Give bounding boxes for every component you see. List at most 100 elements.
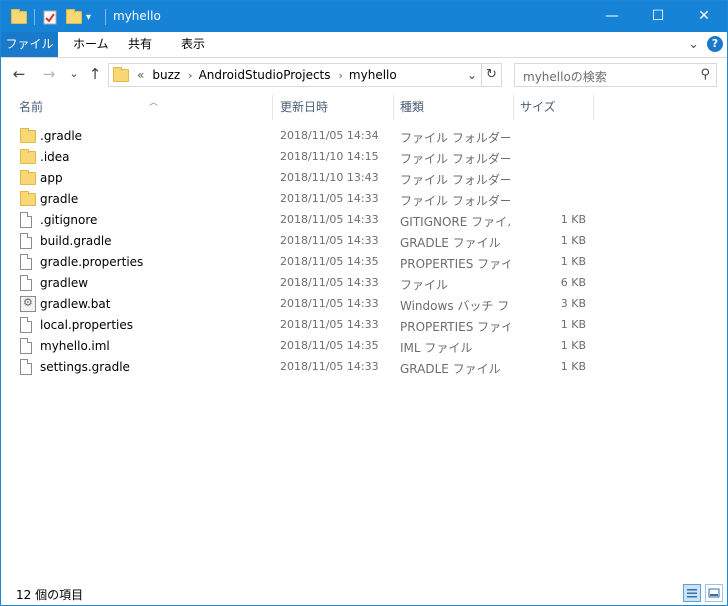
file-row[interactable]: .idea 2018/11/10 14:15 ファイル フォルダー — [16, 147, 596, 168]
file-row[interactable]: .gitignore 2018/11/05 14:33 GITIGNORE ファイル… — [16, 210, 596, 231]
file-icon — [20, 212, 32, 231]
file-name: app — [40, 171, 63, 185]
address-bar[interactable]: « buzz › AndroidStudioProjects › myhello… — [108, 63, 502, 87]
file-row[interactable]: build.gradle 2018/11/05 14:33 GRADLE ファイル 1… — [16, 231, 596, 252]
file-row[interactable]: .gradle 2018/11/05 14:34 ファイル フォルダー — [16, 126, 596, 147]
ribbon-tabs: ファイル ホーム 共有 表示 ⌄ ? — [1, 32, 727, 58]
details-view-icon — [687, 589, 697, 598]
address-folder-icon — [113, 66, 129, 82]
title-bar: ▾ myhello — ☐ ✕ — [1, 1, 727, 32]
search-icon[interactable]: ⚲ — [700, 67, 710, 82]
column-header-type[interactable]: 種類 — [394, 95, 514, 120]
back-button[interactable]: ← — [9, 64, 29, 84]
expand-ribbon-icon[interactable]: ⌄ — [688, 37, 699, 52]
large-icons-view-icon — [708, 588, 720, 598]
file-date: 2018/11/10 14:15 — [280, 150, 379, 163]
folder-icon — [20, 170, 36, 188]
file-type: ファイル フォルダー — [400, 173, 510, 187]
new-folder-button[interactable] — [66, 7, 82, 27]
maximize-button[interactable]: ☐ — [635, 1, 681, 32]
file-date: 2018/11/05 14:35 — [280, 339, 379, 352]
column-header-date[interactable]: 更新日時 — [274, 95, 394, 120]
title-separator — [34, 9, 35, 25]
file-size: 1 KB — [560, 318, 586, 331]
properties-button[interactable] — [43, 7, 57, 27]
new-folder-icon — [66, 8, 82, 24]
file-icon — [20, 275, 32, 294]
file-type: GRADLE ファイル — [400, 236, 501, 250]
file-row[interactable]: myhello.iml 2018/11/05 14:35 IML ファイル 1 KB — [16, 336, 596, 357]
details-view-button[interactable] — [683, 584, 701, 602]
address-dropdown-icon[interactable]: ⌄ — [463, 64, 481, 86]
file-size: 1 KB — [560, 255, 586, 268]
customize-toolbar-button[interactable]: ▾ — [86, 7, 91, 27]
item-count: 12 個の項目 — [16, 588, 84, 602]
file-type: PROPERTIES ファイル — [400, 257, 510, 271]
back-arrow-icon: ← — [12, 65, 26, 83]
title-separator-2 — [105, 9, 106, 25]
file-size: 1 KB — [560, 213, 586, 226]
file-icon — [20, 254, 32, 273]
file-row[interactable]: gradlew.bat 2018/11/05 14:33 Windows バッチ フ… — [16, 294, 596, 315]
file-row[interactable]: app 2018/11/10 13:43 ファイル フォルダー — [16, 168, 596, 189]
file-row[interactable]: gradle 2018/11/05 14:33 ファイル フォルダー — [16, 189, 596, 210]
recent-locations-button[interactable]: ⌄ — [64, 64, 84, 84]
file-row[interactable]: local.properties 2018/11/05 14:33 PROPERTI… — [16, 315, 596, 336]
file-name: gradle.properties — [40, 255, 144, 269]
column-size-label: サイズ — [520, 100, 556, 114]
chevron-down-icon: ⌄ — [69, 67, 79, 80]
file-type: Windows バッチ ファ... — [400, 299, 510, 313]
file-icon — [20, 317, 32, 336]
folder-icon — [20, 128, 36, 146]
status-bar: 12 個の項目 — [1, 580, 727, 605]
file-date: 2018/11/05 14:33 — [280, 297, 379, 310]
file-date: 2018/11/05 14:33 — [280, 360, 379, 373]
file-size: 1 KB — [560, 339, 586, 352]
file-type: GRADLE ファイル — [400, 362, 501, 376]
file-list: 名前 ︿ 更新日時 種類 サイズ .gradle 2018/11/05 14:34… — [1, 91, 727, 579]
search-input[interactable]: myhelloの検索 ⚲ — [514, 63, 717, 87]
tab-share[interactable]: 共有 — [116, 32, 164, 57]
close-icon: ✕ — [698, 8, 710, 24]
file-type: PROPERTIES ファイル — [400, 320, 510, 334]
file-name: .gitignore — [40, 213, 98, 227]
file-type: IML ファイル — [400, 341, 473, 355]
breadcrumb-separator-icon[interactable]: › — [188, 69, 192, 82]
breadcrumb-separator-icon[interactable]: › — [339, 69, 343, 82]
file-row[interactable]: gradle.properties 2018/11/05 14:35 PROPERT… — [16, 252, 596, 273]
breadcrumb-buzz[interactable]: buzz — [152, 68, 180, 82]
minimize-button[interactable]: — — [589, 1, 635, 32]
file-type: ファイル フォルダー — [400, 131, 510, 145]
forward-button[interactable]: → — [39, 64, 59, 84]
file-date: 2018/11/05 14:33 — [280, 318, 379, 331]
file-size: 1 KB — [560, 360, 586, 373]
folder-icon — [20, 191, 36, 209]
file-name: .idea — [40, 150, 70, 164]
close-button[interactable]: ✕ — [681, 1, 727, 32]
file-name: build.gradle — [40, 234, 112, 248]
up-button[interactable]: ↑ — [85, 64, 105, 84]
file-name: myhello.iml — [40, 339, 110, 353]
refresh-icon[interactable]: ↻ — [481, 64, 501, 86]
tab-file[interactable]: ファイル — [1, 32, 58, 57]
column-header-name[interactable]: 名前 ︿ — [13, 95, 273, 120]
column-header-size[interactable]: サイズ — [514, 95, 594, 120]
file-row[interactable]: gradlew 2018/11/05 14:33 ファイル 6 KB — [16, 273, 596, 294]
file-date: 2018/11/10 13:43 — [280, 171, 379, 184]
file-row[interactable]: settings.gradle 2018/11/05 14:33 GRADLE ファ… — [16, 357, 596, 378]
file-size: 1 KB — [560, 234, 586, 247]
large-icons-view-button[interactable] — [705, 584, 723, 602]
breadcrumb-myhello[interactable]: myhello — [349, 68, 397, 82]
properties-icon — [43, 10, 57, 25]
breadcrumb-androidstudioprojects[interactable]: AndroidStudioProjects — [199, 68, 331, 82]
file-size: 6 KB — [560, 276, 586, 289]
explorer-window: ▾ myhello — ☐ ✕ ファイル ホーム 共有 表示 ⌄ ? ← → ⌄… — [0, 0, 728, 606]
tab-home[interactable]: ホーム — [61, 32, 121, 57]
tab-view[interactable]: 表示 — [169, 32, 217, 57]
file-icon — [20, 233, 32, 252]
file-date: 2018/11/05 14:33 — [280, 192, 379, 205]
file-name: gradle — [40, 192, 79, 206]
breadcrumb-overflow[interactable]: « — [137, 68, 144, 82]
help-icon[interactable]: ? — [707, 36, 723, 52]
quick-access-toolbar — [11, 7, 27, 27]
